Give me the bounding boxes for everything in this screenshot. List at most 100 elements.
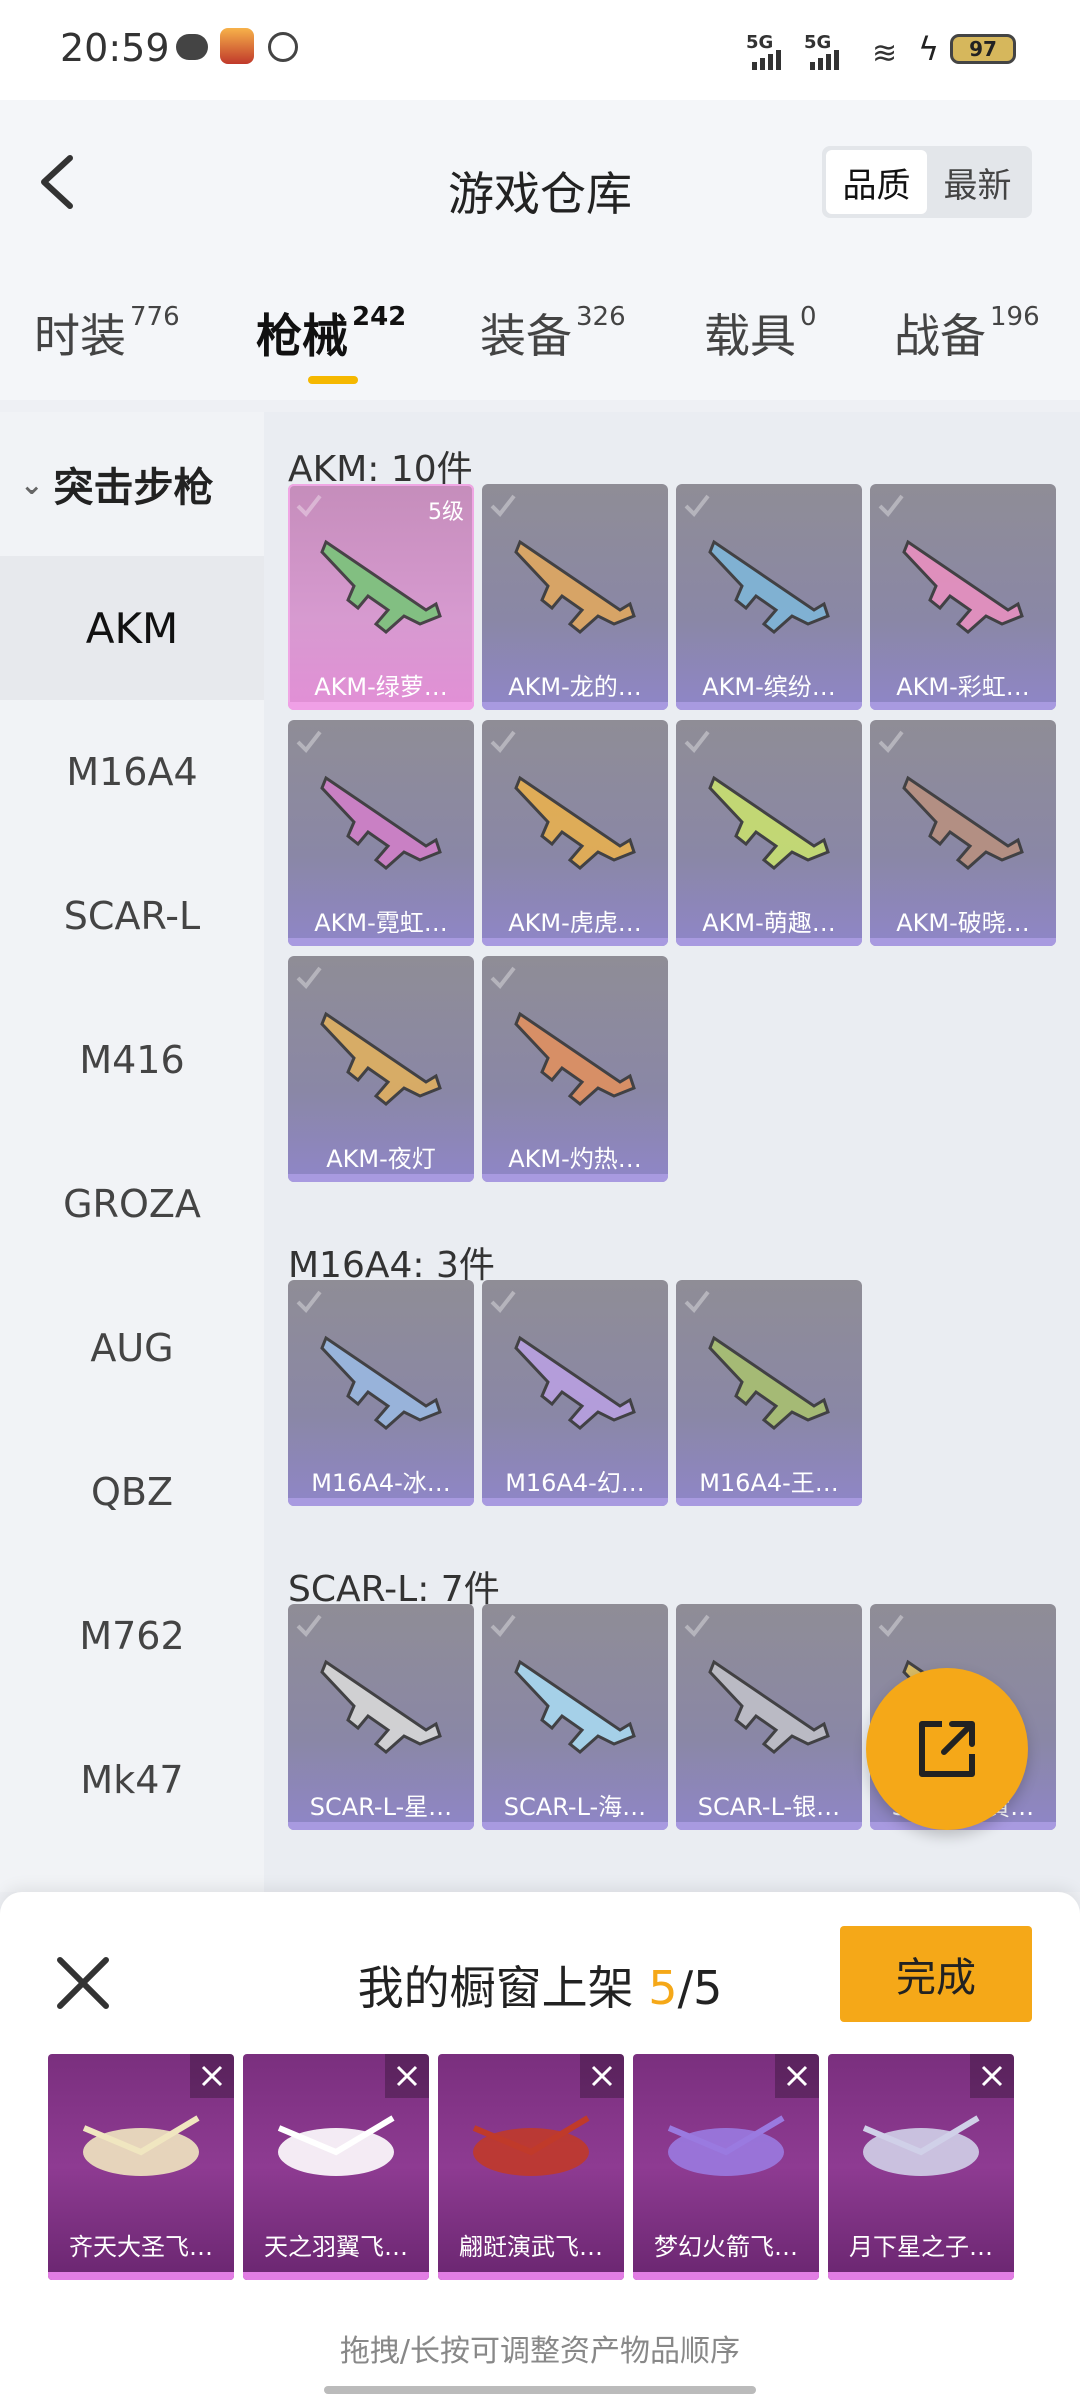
showcase-slot[interactable]: 天之羽翼飞… bbox=[243, 2054, 429, 2280]
showcase-slot[interactable]: 翩跹演武飞… bbox=[438, 2054, 624, 2280]
weapon-card[interactable]: AKM-夜灯 bbox=[288, 956, 474, 1182]
glider-item-icon bbox=[277, 2115, 395, 2176]
weapon-skin-icon bbox=[902, 775, 1024, 870]
weapon-skin-icon bbox=[514, 1659, 636, 1754]
signal-bars-icon-2 bbox=[810, 50, 839, 70]
sidebar-item-m762[interactable]: M762 bbox=[0, 1564, 264, 1708]
weapon-skin-icon bbox=[514, 1335, 636, 1430]
rarity-strip bbox=[828, 2272, 1014, 2280]
weapon-card[interactable]: AKM-龙的… bbox=[482, 484, 668, 710]
weapon-skin-icon bbox=[514, 1011, 636, 1106]
weapon-card[interactable]: AKM-霓虹… bbox=[288, 720, 474, 946]
sort-by-newest[interactable]: 最新 bbox=[927, 150, 1028, 214]
weapon-name: SCAR-L-星… bbox=[309, 1793, 453, 1821]
showcase-panel: 我的橱窗上架 5/5 完成 齐天大圣飞… 天之羽翼飞… 翩跹演武飞… 梦幻火箭飞… 月下… bbox=[0, 1892, 1080, 2400]
weapon-skin-icon bbox=[708, 1659, 830, 1754]
rarity-strip bbox=[676, 1498, 862, 1506]
share-button[interactable] bbox=[866, 1668, 1028, 1830]
weapon-card[interactable]: SCAR-L-星… bbox=[288, 1604, 474, 1830]
weapon-card[interactable]: AKM-彩虹… bbox=[870, 484, 1056, 710]
showcase-slot[interactable]: 齐天大圣飞… bbox=[48, 2054, 234, 2280]
showcase-item-name: 天之羽翼飞… bbox=[264, 2233, 408, 2261]
tab-count: 776 bbox=[130, 302, 180, 332]
weapon-card[interactable]: M16A4-冰… bbox=[288, 1280, 474, 1506]
sidebar-item-scar-l[interactable]: SCAR-L bbox=[0, 844, 264, 988]
sort-by-quality[interactable]: 品质 bbox=[826, 150, 927, 214]
category-header[interactable]: ⌄ 突击步枪 bbox=[0, 412, 264, 556]
weapon-name: AKM-萌趣… bbox=[702, 909, 836, 937]
sidebar-item-m416[interactable]: M416 bbox=[0, 988, 264, 1132]
tab-equipment[interactable]: 装备 326 bbox=[480, 300, 626, 366]
weapon-skin-icon bbox=[708, 539, 830, 634]
sidebar-item-aug[interactable]: AUG bbox=[0, 1276, 264, 1420]
message-notification-icon bbox=[176, 34, 208, 60]
done-button[interactable]: 完成 bbox=[840, 1926, 1032, 2022]
sidebar-item-qbz[interactable]: QBZ bbox=[0, 1420, 264, 1564]
weapon-card[interactable]: M16A4-王… bbox=[676, 1280, 862, 1506]
weapon-name: AKM-彩虹… bbox=[896, 673, 1030, 701]
sidebar-item-groza[interactable]: GROZA bbox=[0, 1132, 264, 1276]
weapon-skin-icon bbox=[320, 1011, 442, 1106]
tab-count: 196 bbox=[990, 302, 1040, 332]
reorder-hint: 拖拽/长按可调整资产物品顺序 bbox=[339, 2334, 741, 2369]
weapon-card[interactable]: AKM-绿萝… 5级 bbox=[288, 484, 474, 710]
weapon-name: M16A4-幻… bbox=[505, 1469, 645, 1497]
home-indicator[interactable] bbox=[324, 2386, 756, 2394]
weapon-name: AKM-缤纷… bbox=[702, 673, 836, 701]
rarity-strip bbox=[870, 702, 1056, 710]
tab-label: 枪械 bbox=[256, 309, 348, 363]
sidebar-item-m16a4[interactable]: M16A4 bbox=[0, 700, 264, 844]
tab-vehicles[interactable]: 载具 0 bbox=[704, 300, 817, 366]
weapon-card[interactable]: AKM-破晓… bbox=[870, 720, 1056, 946]
rarity-strip bbox=[870, 938, 1056, 946]
close-icon bbox=[786, 2065, 808, 2087]
showcase-item-name: 齐天大圣飞… bbox=[69, 2233, 213, 2261]
weapon-skin-icon bbox=[902, 539, 1024, 634]
weapon-card[interactable]: AKM-灼热… bbox=[482, 956, 668, 1182]
showcase-separator: / bbox=[677, 1961, 694, 2015]
weapon-name: AKM-夜灯 bbox=[326, 1145, 436, 1173]
weapon-name: M16A4-冰… bbox=[311, 1469, 451, 1497]
weapon-card[interactable]: AKM-萌趣… bbox=[676, 720, 862, 946]
weapon-skin-icon bbox=[708, 1335, 830, 1430]
weapon-skin-icon bbox=[514, 539, 636, 634]
showcase-slot[interactable]: 梦幻火箭飞… bbox=[633, 2054, 819, 2280]
sidebar-item-mk47[interactable]: Mk47 bbox=[0, 1708, 264, 1852]
rarity-strip bbox=[482, 1822, 668, 1830]
weapon-card[interactable]: M16A4-幻… bbox=[482, 1280, 668, 1506]
category-tabs: 时装 776 枪械 242 装备 326 载具 0 战备 196 bbox=[0, 300, 1080, 400]
level-badge: 5级 bbox=[428, 500, 464, 525]
rarity-strip bbox=[482, 938, 668, 946]
showcase-slot[interactable]: 月下星之子… bbox=[828, 2054, 1014, 2280]
status-time: 20:59 bbox=[60, 26, 170, 70]
battery-icon: 97 bbox=[950, 34, 1016, 64]
showcase-item-name: 月下星之子… bbox=[849, 2233, 993, 2261]
rarity-strip bbox=[288, 1822, 474, 1830]
rarity-strip bbox=[288, 1174, 474, 1182]
rarity-strip bbox=[676, 1822, 862, 1830]
tab-combat-gear[interactable]: 战备 196 bbox=[894, 300, 1040, 366]
weapon-category-sidebar: ⌄ 突击步枪 AKM M16A4 SCAR-L M416 GROZA AUG Q… bbox=[0, 412, 264, 1892]
weapon-skin-icon bbox=[320, 1659, 442, 1754]
glider-item-icon bbox=[472, 2115, 590, 2176]
weapon-card[interactable]: SCAR-L-银… bbox=[676, 1604, 862, 1830]
showcase-title-text: 我的橱窗上架 bbox=[357, 1961, 634, 2015]
game-app-notification-icon bbox=[220, 28, 254, 64]
weapon-name: SCAR-L-海… bbox=[503, 1793, 647, 1821]
sort-toggle[interactable]: 品质 最新 bbox=[822, 146, 1032, 218]
rarity-strip bbox=[633, 2272, 819, 2280]
showcase-total: 5 bbox=[693, 1961, 723, 2015]
weapon-card[interactable]: SCAR-L-海… bbox=[482, 1604, 668, 1830]
tab-outfits[interactable]: 时装 776 bbox=[34, 300, 180, 366]
weapon-card[interactable]: AKM-缤纷… bbox=[676, 484, 862, 710]
tab-label: 时装 bbox=[34, 309, 126, 363]
rarity-strip bbox=[676, 702, 862, 710]
rarity-strip bbox=[48, 2272, 234, 2280]
weapon-name: AKM-灼热… bbox=[508, 1145, 642, 1173]
sidebar-item-akm[interactable]: AKM bbox=[0, 556, 264, 700]
rarity-strip bbox=[482, 1498, 668, 1506]
tab-firearms[interactable]: 枪械 242 bbox=[256, 300, 406, 366]
weapon-card[interactable]: AKM-虎虎… bbox=[482, 720, 668, 946]
tab-label: 战备 bbox=[894, 309, 986, 363]
charging-icon: ϟ bbox=[918, 30, 940, 68]
